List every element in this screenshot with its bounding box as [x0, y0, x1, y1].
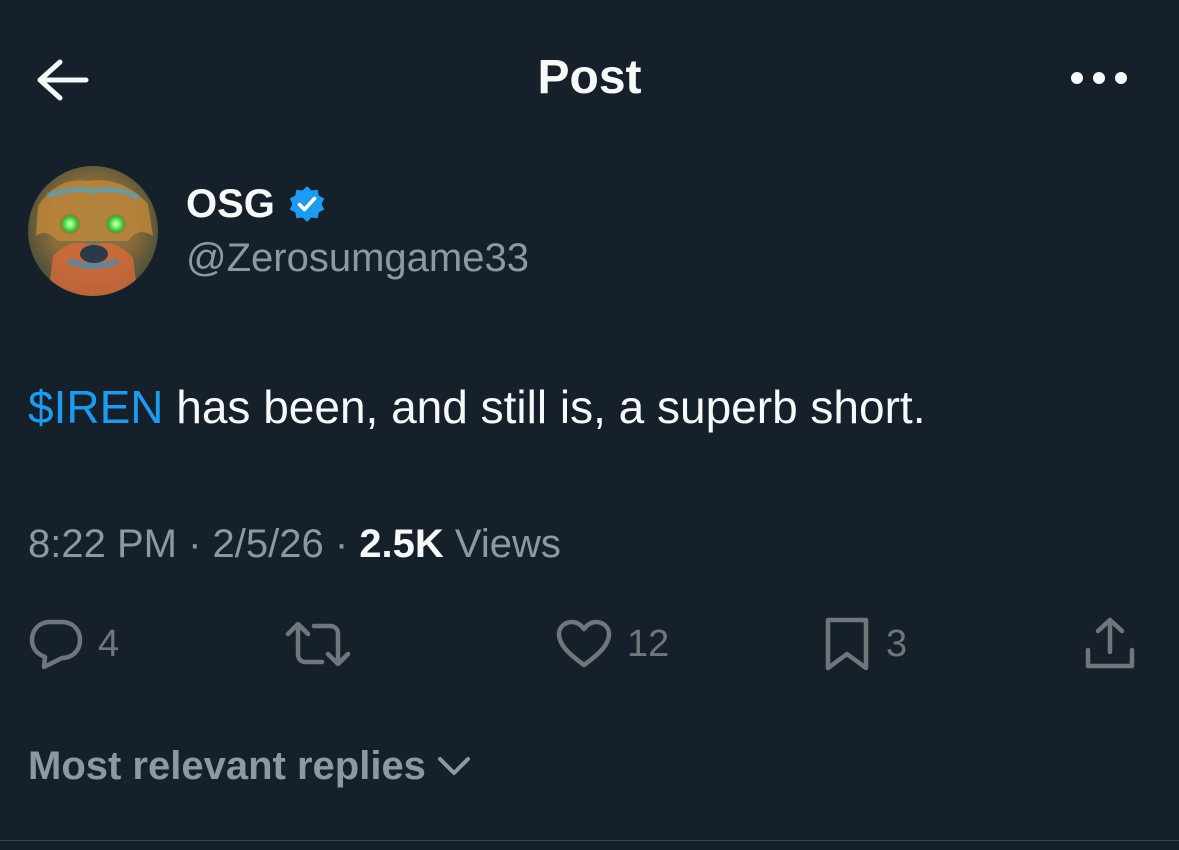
like-button[interactable]: 12 — [555, 612, 669, 676]
divider — [0, 840, 1179, 841]
repost-icon — [285, 621, 351, 667]
avatar-image — [28, 166, 158, 296]
replies-sort-label: Most relevant replies — [28, 744, 426, 788]
reply-count: 4 — [98, 622, 120, 665]
replies-sort-dropdown[interactable]: Most relevant replies — [28, 740, 472, 792]
repost-button[interactable] — [284, 612, 366, 676]
verified-badge-icon — [289, 186, 325, 222]
bookmark-button[interactable]: 3 — [822, 612, 907, 676]
more-horizontal-icon — [1071, 72, 1127, 84]
bookmark-icon — [825, 617, 869, 671]
bookmark-count: 3 — [886, 622, 908, 665]
tweet-time[interactable]: 8:22 PM — [28, 522, 177, 566]
author-handle[interactable]: @Zerosumgame33 — [186, 232, 529, 284]
author-name: OSG — [186, 182, 275, 226]
tweet-meta: 8:22 PM · 2/5/26 · 2.5K Views — [28, 518, 561, 570]
post-screen: Post OSG @Zerosumgame33 $IREN has been, … — [0, 0, 1179, 850]
reply-button[interactable]: 4 — [28, 612, 119, 676]
views-count[interactable]: 2.5K — [359, 522, 444, 566]
meta-separator: · — [323, 522, 360, 566]
tweet-text: $IREN has been, and still is, a superb s… — [28, 378, 925, 436]
reply-icon — [29, 619, 83, 670]
tweet-body-text: has been, and still is, a superb short. — [163, 381, 926, 433]
views-label[interactable]: Views — [444, 522, 561, 566]
heart-icon — [556, 619, 612, 668]
author-name-row[interactable]: OSG — [186, 178, 327, 230]
tweet-date[interactable]: 2/5/26 — [213, 522, 324, 566]
share-button[interactable] — [1082, 612, 1138, 676]
meta-separator: · — [176, 522, 213, 566]
cashtag-link[interactable]: $IREN — [28, 381, 163, 433]
page-title: Post — [537, 51, 642, 104]
chevron-down-icon — [437, 757, 470, 775]
avatar[interactable] — [28, 166, 158, 296]
more-options-button[interactable] — [1063, 52, 1135, 104]
like-count: 12 — [627, 622, 670, 665]
share-icon — [1085, 617, 1135, 669]
